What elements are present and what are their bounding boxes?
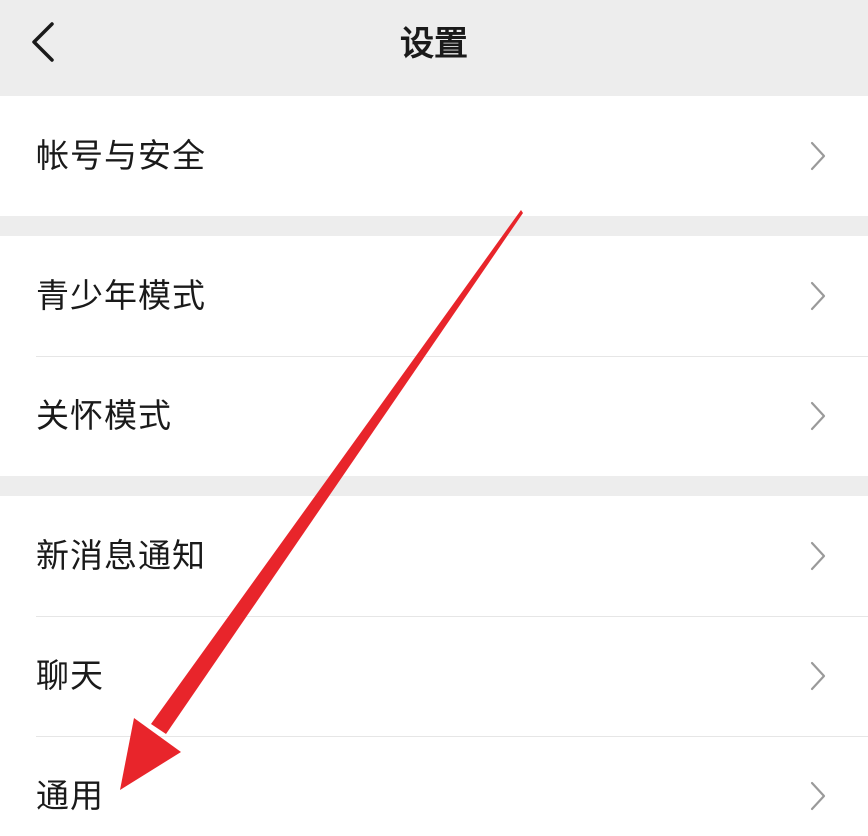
chevron-right-icon — [808, 400, 828, 432]
settings-item-label: 青少年模式 — [36, 276, 206, 315]
settings-item-account-security[interactable]: 帐号与安全 — [0, 96, 868, 216]
chevron-right-icon — [808, 780, 828, 812]
settings-item-care-mode[interactable]: 关怀模式 — [0, 356, 868, 476]
settings-item-label: 关怀模式 — [36, 396, 172, 435]
chevron-right-icon — [808, 140, 828, 172]
settings-item-notifications[interactable]: 新消息通知 — [0, 496, 868, 616]
settings-group-modes: 青少年模式 关怀模式 — [0, 236, 868, 476]
settings-item-general[interactable]: 通用 — [0, 736, 868, 836]
chevron-right-icon — [808, 540, 828, 572]
page-title: 设置 — [400, 24, 468, 64]
settings-item-label: 聊天 — [36, 656, 104, 695]
settings-item-label: 新消息通知 — [36, 536, 206, 575]
chevron-right-icon — [808, 280, 828, 312]
settings-item-label: 帐号与安全 — [36, 136, 206, 175]
nav-bar: 设置 — [0, 0, 868, 92]
settings-group-account: 帐号与安全 — [0, 96, 868, 216]
settings-group-general: 新消息通知 聊天 通用 — [0, 496, 868, 836]
settings-item-label: 通用 — [36, 776, 104, 815]
chevron-right-icon — [808, 660, 828, 692]
settings-item-teen-mode[interactable]: 青少年模式 — [0, 236, 868, 356]
settings-item-chat[interactable]: 聊天 — [0, 616, 868, 736]
